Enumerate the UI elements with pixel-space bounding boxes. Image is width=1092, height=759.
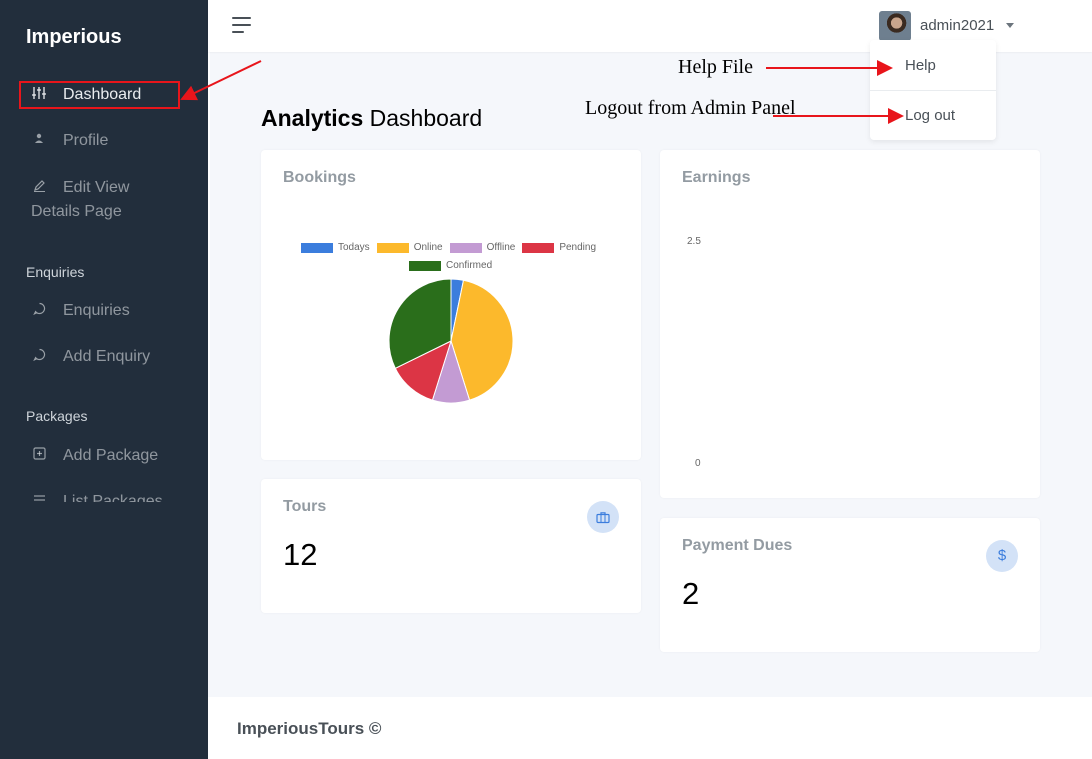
hamburger-menu-icon[interactable] — [232, 17, 251, 38]
sidebar-item-edit-view-details[interactable]: Edit View Details Page — [0, 179, 208, 227]
dashboard-highlight-box — [19, 81, 180, 109]
sidebar: Imperious Dashboard Profile Edit View De… — [0, 0, 208, 759]
dollar-icon: $ — [986, 540, 1018, 572]
user-icon — [31, 132, 47, 147]
page-title: Analytics Dashboard — [261, 105, 483, 131]
edit-icon — [31, 179, 47, 195]
footer-copyright: ImperiousTours © — [237, 719, 382, 738]
sidebar-item-label: Add Enquiry — [63, 348, 151, 365]
plus-square-icon — [31, 447, 47, 463]
sidebar-item-label: Edit View — [63, 179, 130, 196]
user-menu-toggle[interactable]: admin2021 — [920, 17, 994, 34]
caret-down-icon[interactable] — [1006, 23, 1014, 28]
section-header-packages: Packages — [26, 408, 88, 424]
annotation-help: Help File — [678, 56, 753, 78]
annotation-logout: Logout from Admin Panel — [585, 97, 796, 119]
payment-dues-count: 2 — [682, 576, 700, 611]
sidebar-item-label: Details Page — [31, 203, 122, 220]
y-axis-tick: 0 — [695, 458, 701, 469]
message-circle-icon — [31, 302, 47, 318]
payment-dues-card: Payment Dues $ 2 — [660, 518, 1040, 652]
sidebar-brand[interactable]: Imperious — [26, 26, 122, 49]
tours-count: 12 — [283, 537, 318, 572]
footer: ImperiousTours © — [208, 697, 1092, 759]
card-title: Earnings — [682, 169, 751, 186]
user-dropdown-menu: Help Log out — [870, 40, 996, 140]
dropdown-divider — [870, 90, 996, 91]
bookings-pie-chart — [388, 278, 514, 404]
avatar[interactable] — [879, 11, 911, 41]
y-axis-tick: 2.5 — [687, 236, 701, 247]
earnings-card: Earnings 2.5 0 — [660, 150, 1040, 498]
dropdown-help-item[interactable]: Help — [905, 57, 936, 74]
sidebar-item-label: Enquiries — [63, 302, 130, 319]
sidebar-edge — [208, 0, 210, 500]
card-title: Tours — [283, 498, 327, 515]
sidebar-scroll-clip: List Packages — [0, 488, 208, 502]
bookings-card: Bookings Todays Online Offline Pending C… — [261, 150, 641, 460]
list-icon — [31, 493, 47, 502]
sidebar-item-label: Profile — [63, 132, 109, 149]
card-title: Payment Dues — [682, 537, 793, 554]
dropdown-logout-item[interactable]: Log out — [905, 107, 955, 124]
message-circle-icon — [31, 348, 47, 364]
sidebar-item-label: Add Package — [63, 447, 159, 464]
tours-card: Tours 12 — [261, 479, 641, 613]
sidebar-item-label: List Packages — [63, 493, 163, 502]
briefcase-icon — [587, 501, 619, 533]
section-header-enquiries: Enquiries — [26, 264, 85, 280]
